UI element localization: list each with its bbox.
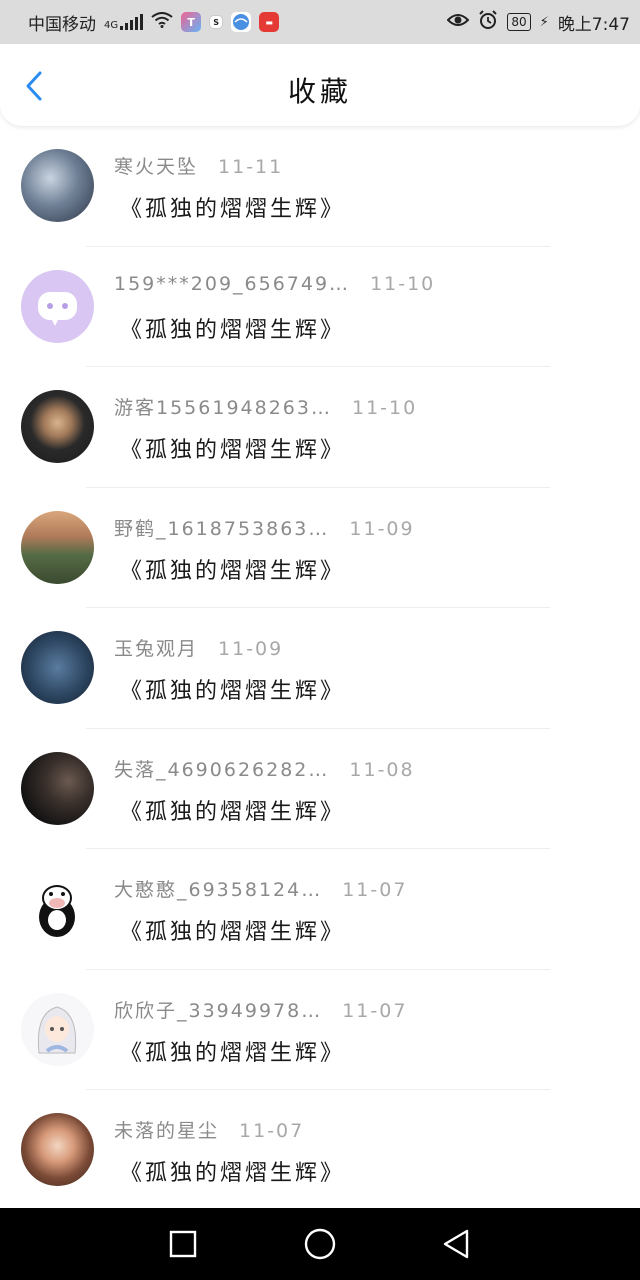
item-date: 11-07 [342, 999, 408, 1022]
recent-apps-icon [169, 1230, 197, 1258]
list-item[interactable]: 159***209_656749… 11-10 《孤独的熠熠生辉》 [0, 247, 640, 367]
app-notification-icon: S [209, 15, 224, 29]
network-label: 4G [104, 19, 119, 31]
alarm-icon [478, 9, 498, 35]
item-title: 《孤独的熠熠生辉》 [120, 920, 346, 945]
status-bar: 中国移动 4G T S ▬ 80 ⚡ 晚上7:47 [0, 0, 640, 44]
item-date: 11-11 [218, 156, 284, 178]
username: 游客15561948263… [114, 397, 332, 419]
page-title: 收藏 [287, 75, 352, 108]
item-date: 11-07 [239, 1120, 305, 1142]
home-button[interactable] [302, 1226, 338, 1262]
item-title: 《孤独的熠熠生辉》 [120, 1161, 346, 1186]
item-title: 《孤独的熠熠生辉》 [120, 558, 346, 584]
list-item[interactable]: 欣欣子_33949978… 11-07 《孤独的熠熠生辉》 [0, 970, 640, 1090]
item-meta: 失落_4690626282… 11-08 [114, 755, 415, 782]
list-item[interactable]: 游客15561948263… 11-10 《孤独的熠熠生辉》 [0, 367, 640, 488]
username: 159***209_656749… [114, 272, 351, 295]
username: 寒火天坠 [114, 156, 199, 178]
avatar[interactable] [21, 751, 94, 825]
item-title: 《孤独的熠熠生辉》 [120, 679, 346, 704]
chat-bubble-icon [38, 291, 77, 326]
username: 未落的星尘 [114, 1120, 220, 1142]
username: 大憨憨_69358124… [114, 879, 323, 901]
back-triangle-icon [443, 1229, 469, 1259]
battery-icon: 80 [507, 13, 531, 31]
app-notification-icon: T [181, 12, 202, 32]
signal-icon [120, 14, 144, 30]
username: 野鹤_1618753863… [114, 517, 330, 540]
time-label: 晚上7:47 [557, 14, 630, 35]
item-meta: 寒火天坠 11-11 [114, 152, 283, 179]
anime-girl-icon [37, 1005, 77, 1053]
item-title: 《孤独的熠熠生辉》 [120, 317, 346, 343]
list-item[interactable]: 野鹤_1618753863… 11-09 《孤独的熠熠生辉》 [0, 488, 640, 608]
avatar[interactable] [21, 992, 94, 1066]
item-title: 《孤独的熠熠生辉》 [120, 438, 346, 463]
avatar[interactable] [21, 149, 94, 222]
charging-icon: ⚡ [539, 14, 549, 30]
browser-notification-icon [231, 12, 252, 32]
username: 玉兔观月 [114, 638, 199, 660]
avatar[interactable] [21, 390, 94, 463]
avatar[interactable] [21, 510, 94, 584]
list-item[interactable]: 寒火天坠 11-11 《孤独的熠熠生辉》 [0, 126, 640, 247]
favorites-list: 寒火天坠 11-11 《孤独的熠熠生辉》 159***209_656749… 11-… [0, 126, 640, 1211]
item-meta: 欣欣子_33949978… 11-07 [114, 996, 407, 1023]
status-right: 80 ⚡ 晚上7:47 [446, 9, 630, 35]
item-meta: 野鹤_1618753863… 11-09 [114, 514, 415, 541]
item-date: 11-08 [349, 758, 415, 781]
app-notification-icon: ▬ [259, 12, 280, 32]
system-nav-bar [0, 1208, 640, 1280]
username: 欣欣子_33949978… [114, 999, 323, 1022]
avatar[interactable] [21, 1113, 94, 1186]
status-left: 中国移动 4G T S ▬ [28, 10, 280, 35]
list-item[interactable]: 失落_4690626282… 11-08 《孤独的熠熠生辉》 [0, 729, 640, 849]
item-date: 11-09 [218, 638, 284, 660]
username: 失落_4690626282… [114, 758, 330, 781]
top-header: 收藏 [0, 44, 640, 126]
list-item[interactable]: 未落的星尘 11-07 《孤独的熠熠生辉》 [0, 1090, 640, 1211]
list-item[interactable]: 大憨憨_69358124… 11-07 《孤独的熠熠生辉》 [0, 849, 640, 970]
home-icon [304, 1228, 336, 1260]
item-title: 《孤独的熠熠生辉》 [120, 799, 346, 825]
recent-apps-button[interactable] [165, 1226, 201, 1262]
avatar[interactable] [21, 269, 94, 343]
item-date: 11-10 [370, 272, 436, 295]
item-date: 11-10 [351, 397, 418, 419]
item-date: 11-09 [349, 517, 415, 540]
item-title: 《孤独的熠熠生辉》 [120, 1040, 346, 1066]
item-meta: 159***209_656749… 11-10 [114, 273, 435, 295]
carrier-label: 中国移动 [28, 14, 96, 35]
item-meta: 游客15561948263… 11-10 [114, 393, 417, 420]
list-item[interactable]: 玉兔观月 11-09 《孤独的熠熠生辉》 [0, 608, 640, 729]
item-meta: 玉兔观月 11-09 [114, 634, 283, 661]
item-meta: 未落的星尘 11-07 [114, 1116, 304, 1143]
item-title: 《孤独的熠熠生辉》 [120, 197, 346, 222]
back-nav-button[interactable] [438, 1226, 474, 1262]
cow-icon [39, 885, 75, 937]
eye-icon [446, 12, 470, 33]
avatar[interactable] [21, 872, 94, 945]
avatar[interactable] [21, 631, 94, 704]
wifi-icon [151, 11, 173, 33]
item-date: 11-07 [342, 879, 408, 901]
item-meta: 大憨憨_69358124… 11-07 [114, 875, 407, 902]
